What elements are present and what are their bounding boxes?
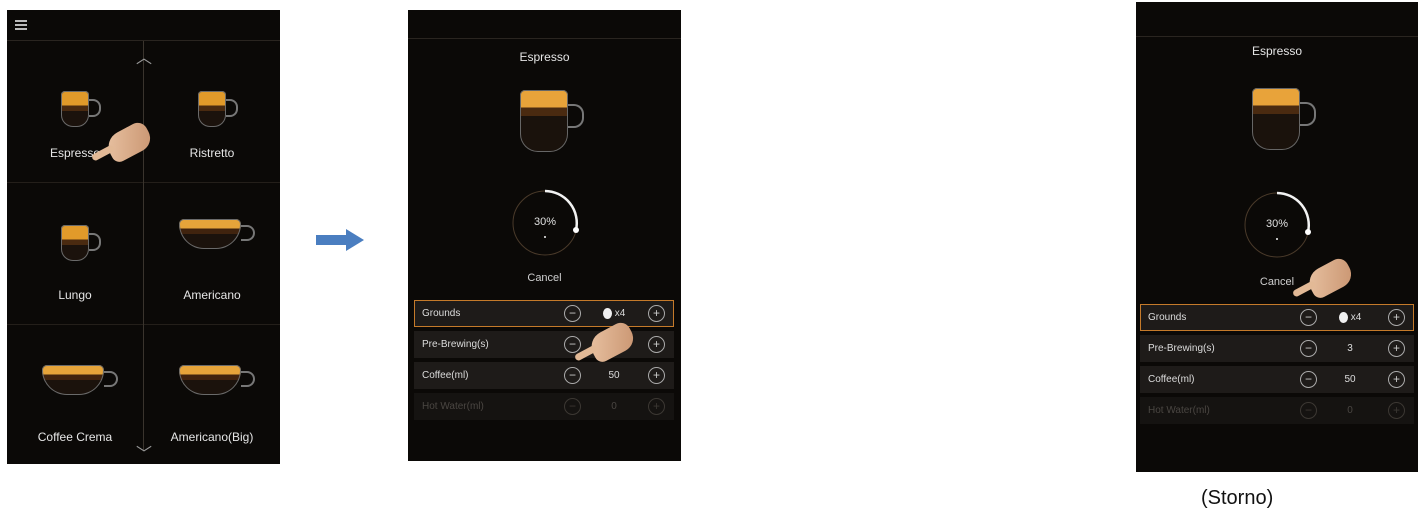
row-value: x4 [1332,312,1368,323]
row-coffee: Coffee(ml) − 50 + [1140,366,1414,393]
coffee-crema-cup-image [38,359,118,399]
row-value: 3 [1347,343,1353,354]
brewing-screen: Espresso 30% Cancel Grounds − x4 + Pre-B… [408,10,681,461]
increase-button[interactable]: + [648,367,665,384]
increase-button[interactable]: + [1388,340,1405,357]
decrease-button[interactable]: − [1300,309,1317,326]
top-bar [408,10,681,39]
coffee-bean-icon [1338,312,1348,323]
row-hot-water: Hot Water(ml) − 0 + [1140,397,1414,424]
row-value: x4 [596,308,632,319]
drink-label: Americano(Big) [170,430,254,444]
drink-label: Coffee Crema [37,430,113,444]
drink-label: Lungo [58,288,92,302]
decrease-button[interactable]: − [564,305,581,322]
row-value: 0 [1347,405,1353,416]
row-pre-brewing: Pre-Brewing(s) − 3 + [1140,335,1414,362]
parameter-list: Grounds − x4 + Pre-Brewing(s) − 3 + Coff… [1140,304,1414,428]
progress-dot [1276,238,1278,240]
parameter-list: Grounds − x4 + Pre-Brewing(s) − + Coffee… [414,300,674,424]
drink-tile-lungo[interactable]: Lungo [7,183,143,325]
progress-dial: 30% [1242,190,1312,260]
drink-tile-ristretto[interactable]: Ristretto [144,41,280,183]
decrease-button[interactable]: − [1300,371,1317,388]
decrease-button[interactable]: − [564,398,581,415]
drink-tile-espresso[interactable]: Espresso [7,41,143,183]
decrease-button[interactable]: − [1300,340,1317,357]
figure-caption: (Storno) [1201,487,1274,509]
row-label: Pre-Brewing(s) [1148,343,1215,354]
espresso-cup-image [57,81,101,131]
row-coffee: Coffee(ml) − 50 + [414,362,674,389]
espresso-cup-image [516,80,584,156]
row-value: 50 [608,370,620,381]
menu-icon[interactable] [15,20,27,30]
row-grounds: Grounds − x4 + [1140,304,1414,331]
row-label: Coffee(ml) [1148,374,1195,385]
cancel-button[interactable]: Cancel [408,272,681,284]
row-label: Hot Water(ml) [422,401,484,412]
drink-grid: Espresso Ristretto Lungo Americano Coffe… [7,41,280,464]
progress-percent: 30% [533,216,557,228]
progress-dot [544,236,546,238]
increase-button[interactable]: + [648,398,665,415]
row-label: Grounds [1148,312,1187,323]
coffee-bean-icon [602,308,612,319]
espresso-cup-image [1248,78,1316,154]
decrease-button[interactable]: − [564,367,581,384]
increase-button[interactable]: + [648,336,665,353]
row-grounds: Grounds − x4 + [414,300,674,327]
row-label: Hot Water(ml) [1148,405,1210,416]
increase-button[interactable]: + [648,305,665,322]
drink-title: Espresso [1251,44,1303,58]
row-value: 50 [1344,374,1356,385]
drink-tile-americano-big[interactable]: Americano(Big) [144,325,280,464]
row-label: Pre-Brewing(s) [422,339,489,350]
increase-button[interactable]: + [1388,402,1405,419]
row-value-text: x4 [614,308,626,320]
right-arrow-icon [316,229,364,251]
drink-tile-coffee-crema[interactable]: Coffee Crema [7,325,143,464]
americano-cup-image [175,213,255,253]
row-value-text: x4 [1350,312,1362,324]
decrease-button[interactable]: − [564,336,581,353]
increase-button[interactable]: + [1388,309,1405,326]
drink-label: Ristretto [189,146,235,160]
lungo-cup-image [57,215,101,265]
progress-percent: 30% [1265,218,1289,230]
decrease-button[interactable]: − [1300,402,1317,419]
row-value: 0 [611,401,617,412]
drink-tile-americano[interactable]: Americano [144,183,280,325]
drink-menu-screen: ︿ ﹀ Espresso Ristretto Lungo Americano C… [7,10,280,464]
cancel-screen: Espresso 30% Cancel Grounds − x4 + Pre-B… [1136,2,1418,472]
progress-dial: 30% [510,188,580,258]
increase-button[interactable]: + [1388,371,1405,388]
row-pre-brewing: Pre-Brewing(s) − + [414,331,674,358]
top-bar [7,10,280,41]
pointing-hand-icon [1304,255,1356,301]
row-hot-water: Hot Water(ml) − 0 + [414,393,674,420]
cancel-button[interactable]: Cancel [1136,276,1418,288]
drink-label: Americano [183,288,241,302]
row-label: Grounds [422,308,461,319]
drink-title: Espresso [519,50,570,64]
row-label: Coffee(ml) [422,370,469,381]
ristretto-cup-image [194,81,238,131]
americano-big-cup-image [175,359,255,399]
top-bar [1136,2,1418,37]
